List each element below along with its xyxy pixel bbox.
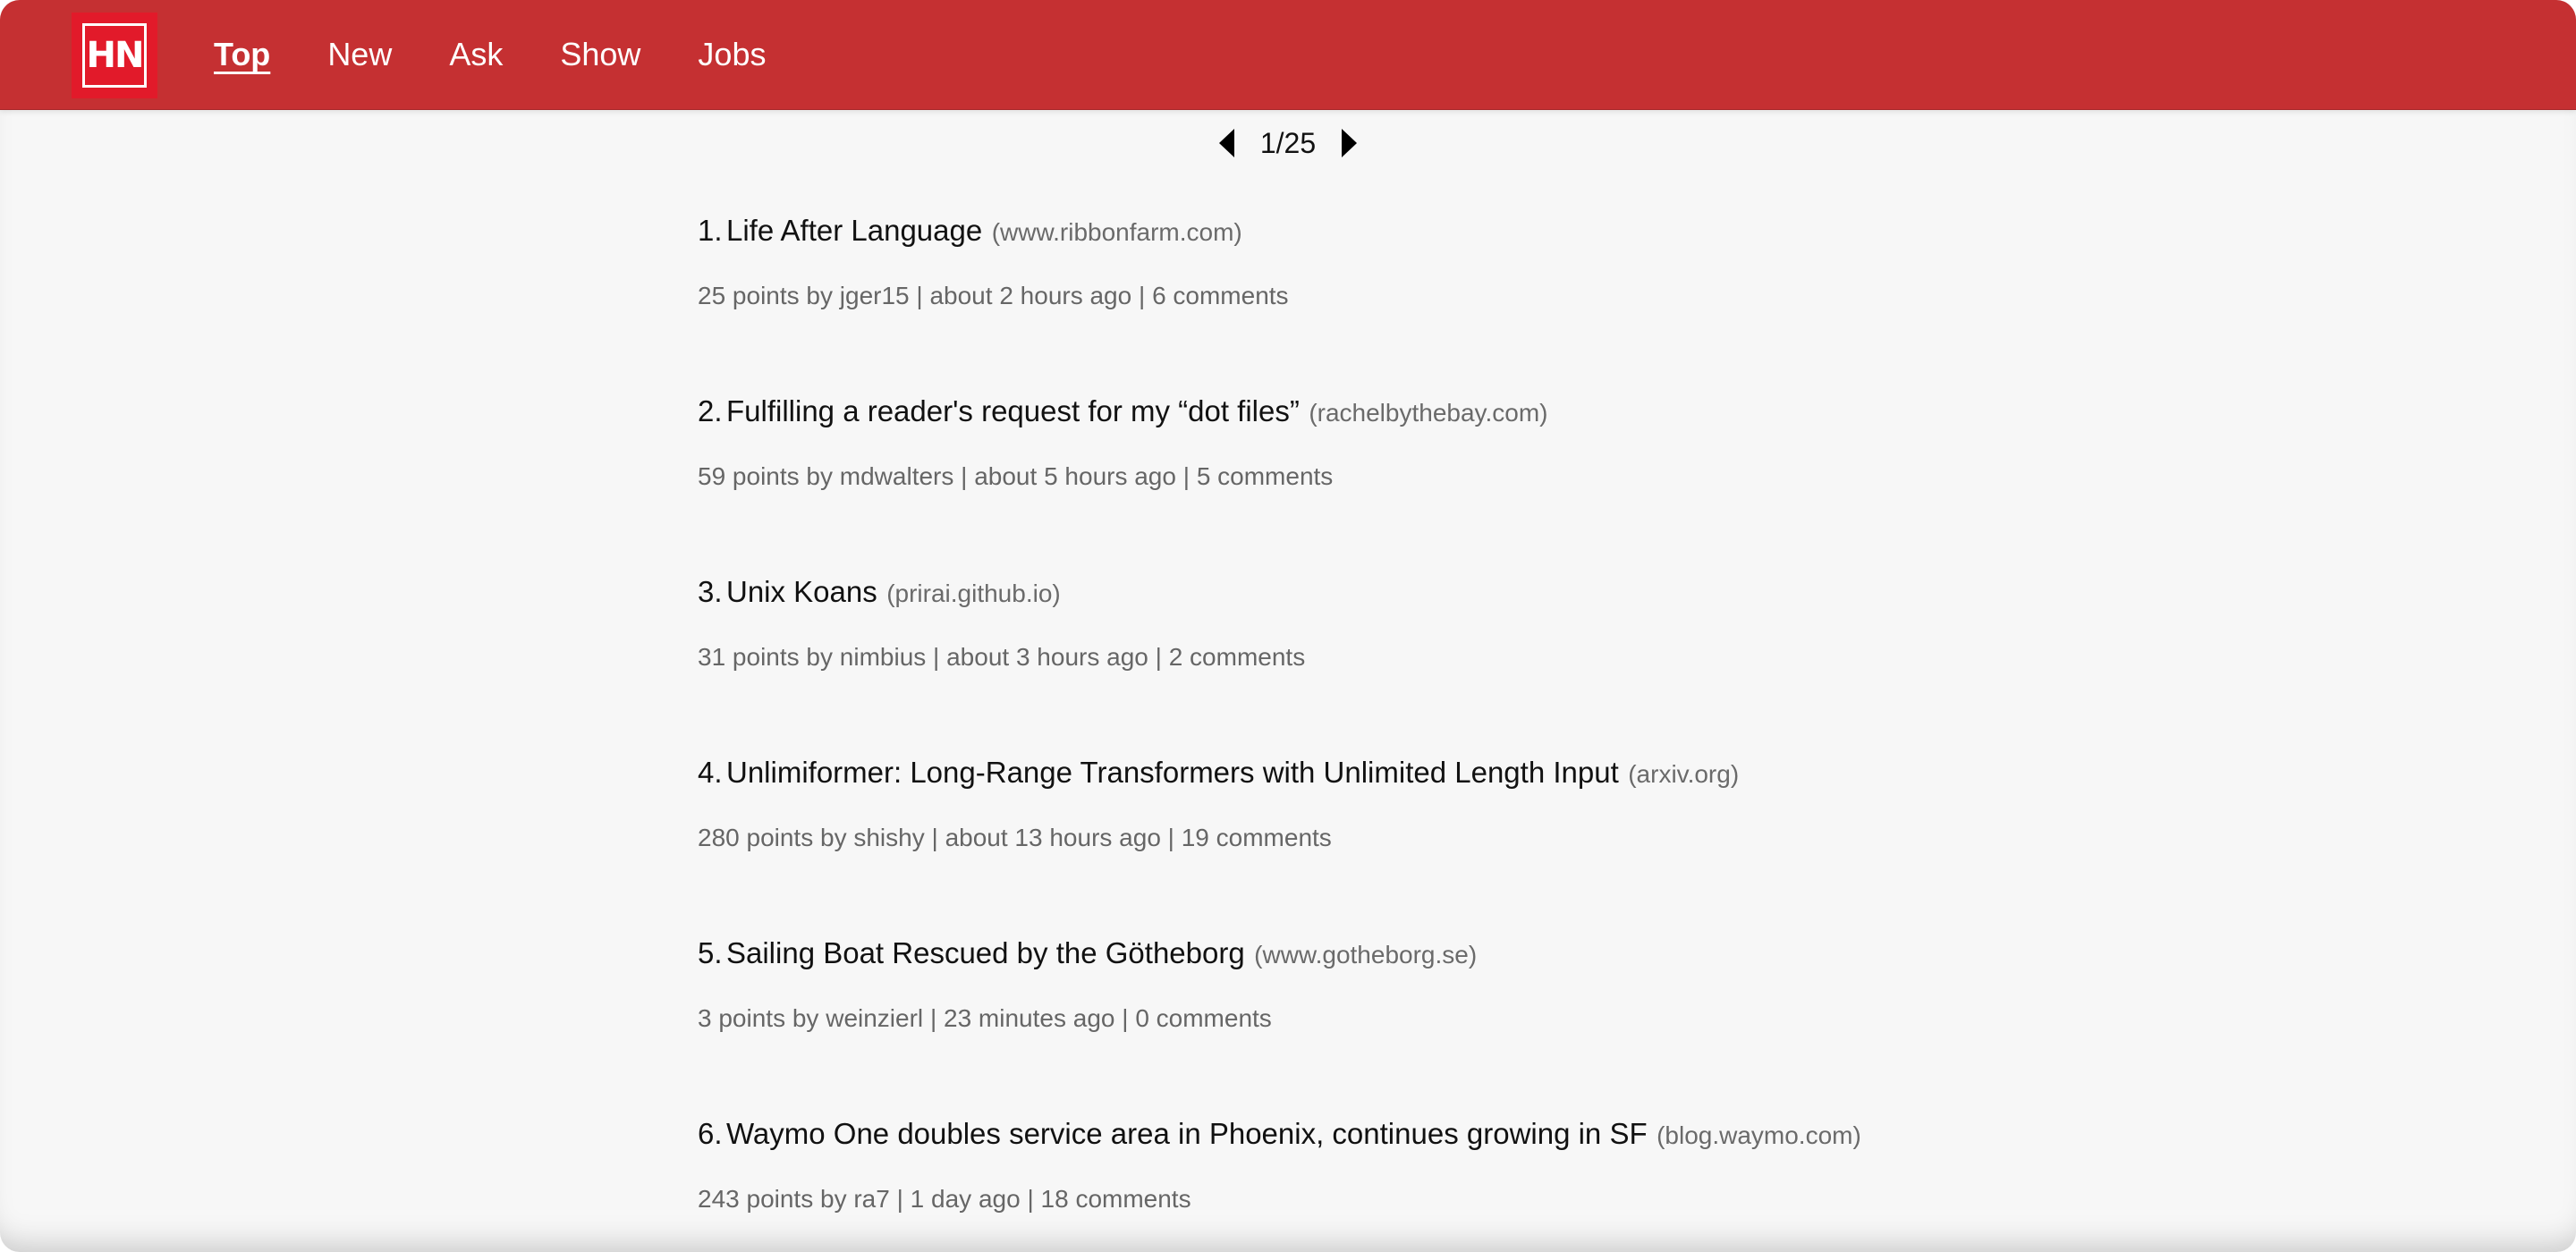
story-author-link[interactable]: mdwalters [840, 462, 954, 490]
story-author-link[interactable]: ra7 [853, 1185, 889, 1213]
story-headline: 4. Unlimiformer: Long-Range Transformers… [698, 749, 1950, 796]
story-headline: 6. Waymo One doubles service area in Pho… [698, 1111, 1950, 1157]
story-comments-link[interactable]: 19 comments [1182, 824, 1332, 851]
story-rank[interactable]: 3. [698, 575, 723, 608]
hn-logo-text: HN [82, 23, 147, 88]
pagination-controls: 1/25 [0, 122, 2576, 165]
story-points: 31 points [698, 643, 800, 671]
story-time: 1 day ago [910, 1185, 1021, 1213]
meta-separator: | [1167, 824, 1174, 851]
meta-separator: | [1027, 1185, 1034, 1213]
story-site-link[interactable]: (www.gotheborg.se) [1254, 941, 1477, 969]
story-author-link[interactable]: shishy [853, 824, 924, 851]
story-headline: 3. Unix Koans (prirai.github.io) [698, 569, 1950, 615]
story-by-label: by [820, 1185, 847, 1213]
story-by-label: by [806, 462, 833, 490]
triangle-right-icon-graphic [1342, 129, 1358, 157]
story-time: about 2 hours ago [929, 282, 1132, 309]
meta-separator: | [1122, 1004, 1129, 1032]
story-meta: 3 points by weinzierl | 23 minutes ago |… [698, 1000, 1950, 1037]
page-indicator: 1/25 [1259, 127, 1317, 159]
story-rank[interactable]: 5. [698, 936, 723, 969]
story-rank[interactable]: 1. [698, 214, 723, 247]
story-time: about 5 hours ago [974, 462, 1176, 490]
story-headline: 1. Life After Language (www.ribbonfarm.c… [698, 207, 1950, 254]
story-meta: 59 points by mdwalters | about 5 hours a… [698, 458, 1950, 495]
top-navigation-bar: HN Top New Ask Show Jobs [0, 0, 2576, 110]
story-item: 1. Life After Language (www.ribbonfarm.c… [698, 207, 1950, 388]
meta-separator: | [916, 282, 923, 309]
nav-new[interactable]: New [327, 31, 392, 78]
story-comments-link[interactable]: 18 comments [1041, 1185, 1191, 1213]
story-meta: 31 points by nimbius | about 3 hours ago… [698, 639, 1950, 676]
story-title-link[interactable]: Sailing Boat Rescued by the Götheborg [726, 936, 1245, 969]
triangle-left-icon-graphic [1218, 129, 1234, 157]
meta-separator: | [929, 1004, 937, 1032]
story-item: 4. Unlimiformer: Long-Range Transformers… [698, 749, 1950, 930]
meta-separator: | [931, 824, 938, 851]
story-time: about 13 hours ago [945, 824, 1161, 851]
story-site-link[interactable]: (prirai.github.io) [886, 579, 1061, 607]
story-headline: 5. Sailing Boat Rescued by the Götheborg… [698, 930, 1950, 977]
story-item: 3. Unix Koans (prirai.github.io) 31 poin… [698, 569, 1950, 749]
story-meta: 25 points by jger15 | about 2 hours ago … [698, 277, 1950, 315]
story-site-link[interactable]: (www.ribbonfarm.com) [992, 218, 1242, 246]
story-by-label: by [820, 824, 847, 851]
story-comments-link[interactable]: 2 comments [1169, 643, 1306, 671]
story-points: 59 points [698, 462, 800, 490]
story-site-link[interactable]: (blog.waymo.com) [1657, 1121, 1861, 1149]
triangle-right-icon[interactable] [1337, 125, 1362, 161]
story-site-link[interactable]: (rachelbythebay.com) [1309, 399, 1547, 427]
story-points: 243 points [698, 1185, 814, 1213]
story-headline: 2. Fulfilling a reader's request for my … [698, 388, 1950, 435]
story-author-link[interactable]: weinzierl [826, 1004, 923, 1032]
hn-logo[interactable]: HN [72, 13, 157, 98]
story-by-label: by [806, 643, 833, 671]
nav-show[interactable]: Show [560, 31, 640, 78]
story-item: 5. Sailing Boat Rescued by the Götheborg… [698, 930, 1950, 1111]
story-comments-link[interactable]: 6 comments [1152, 282, 1289, 309]
story-rank[interactable]: 4. [698, 756, 723, 789]
story-meta: 243 points by ra7 | 1 day ago | 18 comme… [698, 1180, 1950, 1218]
meta-separator: | [961, 462, 968, 490]
meta-separator: | [933, 643, 940, 671]
nav-ask[interactable]: Ask [449, 31, 503, 78]
story-title-link[interactable]: Unix Koans [726, 575, 877, 608]
story-points: 280 points [698, 824, 814, 851]
story-list: 1. Life After Language (www.ribbonfarm.c… [698, 207, 1950, 1252]
main-nav: Top New Ask Show Jobs [214, 31, 823, 78]
story-author-link[interactable]: jger15 [840, 282, 910, 309]
story-by-label: by [806, 282, 833, 309]
nav-jobs[interactable]: Jobs [698, 31, 766, 78]
story-meta: 280 points by shishy | about 13 hours ag… [698, 819, 1950, 857]
app-window: HN Top New Ask Show Jobs 1/25 1. Life Af… [0, 0, 2576, 1252]
story-title-link[interactable]: Life After Language [726, 214, 982, 247]
story-points: 3 points [698, 1004, 786, 1032]
meta-separator: | [896, 1185, 903, 1213]
meta-separator: | [1182, 462, 1191, 490]
story-title-link[interactable]: Waymo One doubles service area in Phoeni… [726, 1117, 1648, 1150]
triangle-left-icon[interactable] [1214, 125, 1239, 161]
story-rank[interactable]: 6. [698, 1117, 723, 1150]
story-time: about 3 hours ago [946, 643, 1148, 671]
story-time: 23 minutes ago [944, 1004, 1115, 1032]
story-site-link[interactable]: (arxiv.org) [1628, 760, 1739, 788]
story-points: 25 points [698, 282, 800, 309]
story-rank[interactable]: 2. [698, 394, 723, 427]
story-by-label: by [792, 1004, 819, 1032]
story-item: 2. Fulfilling a reader's request for my … [698, 388, 1950, 569]
story-title-link[interactable]: Unlimiformer: Long-Range Transformers wi… [726, 756, 1619, 789]
meta-separator: | [1155, 643, 1162, 671]
story-title-link[interactable]: Fulfilling a reader's request for my “do… [726, 394, 1300, 427]
story-comments-link[interactable]: 0 comments [1135, 1004, 1272, 1032]
story-author-link[interactable]: nimbius [840, 643, 926, 671]
story-item: 6. Waymo One doubles service area in Pho… [698, 1111, 1950, 1252]
nav-top[interactable]: Top [214, 31, 270, 78]
meta-separator: | [1139, 282, 1146, 309]
story-comments-link[interactable]: 5 comments [1197, 462, 1334, 490]
